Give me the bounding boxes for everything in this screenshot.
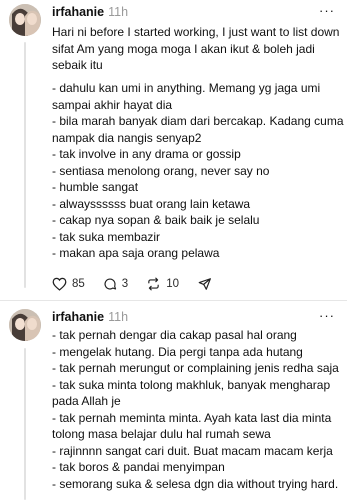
post-text: Hari ni before I started working, I just…: [52, 24, 344, 262]
share-button[interactable]: [197, 277, 217, 291]
post-text-line: - bila marah banyak diam dari bercakap. …: [52, 114, 344, 128]
like-button[interactable]: 85: [52, 277, 85, 291]
thread-post-2: irfahanie 11h ··· - tak pernah dengar dia…: [0, 306, 347, 500]
post-text-line: - mengelak hutang. Dia pergi tanpa ada h…: [52, 344, 303, 359]
like-count: 85: [72, 278, 85, 290]
post-text-line: - makan apa saja orang pelawa: [52, 246, 220, 260]
thread-post-1: irfahanie 11h ··· Hari ni before I starte…: [0, 0, 347, 300]
comment-icon: [104, 278, 116, 290]
username[interactable]: irfahanie: [52, 5, 104, 19]
post-text-line: - tak pernah dengar dia cakap pasal hal …: [52, 328, 297, 342]
timestamp: 11h: [108, 310, 129, 324]
repost-icon: [148, 277, 159, 291]
post-text-line: - tak suka membazir: [52, 229, 161, 244]
timestamp: 11h: [108, 5, 129, 19]
post-text-line: - tak pernah meminta minta. Ayah kata la…: [52, 410, 332, 425]
post-text-line: - humble sangat: [52, 180, 139, 194]
post-text-line: - cakap nya sopan & baik baik je selalu: [52, 213, 260, 227]
thread-line: [24, 348, 26, 500]
post-text-line: - alwayssssss buat orang lain ketawa: [52, 196, 251, 211]
repost-count: 10: [166, 278, 179, 290]
post-text-line: - rajinnnn sangat cari duit. Buat macam …: [52, 443, 333, 458]
post-text-line: tolong masa belajar dulu hal rumah sewa: [52, 427, 271, 441]
reply-button[interactable]: 3: [103, 277, 128, 291]
post-text-line: - dahulu kan umi in anything. Memang yg …: [52, 81, 321, 95]
post-text: - tak pernah dengar dia cakap pasal hal …: [52, 327, 339, 492]
post-text-line: - tak pernah merungut or complaining jen…: [52, 361, 339, 375]
post-text-line: - tak involve in any drama or gossip: [52, 147, 241, 161]
post-text-line: sampai akhir hayat dia: [52, 97, 173, 112]
thread-line: [24, 42, 26, 288]
post-text-line: sebaik itu: [52, 58, 103, 72]
reply-count: 3: [121, 278, 129, 290]
post-header: irfahanie 11h: [52, 309, 128, 325]
repost-button[interactable]: 10: [146, 277, 179, 291]
avatar[interactable]: [9, 4, 41, 36]
more-icon[interactable]: ···: [319, 308, 335, 323]
post-text-line: - tak boros & pandai menyimpan: [52, 460, 225, 474]
post-text-line: - tak suka minta tolong makhluk, banyak …: [52, 377, 331, 392]
post-text-line: - sentiasa menolong orang, never say no: [52, 163, 270, 178]
avatar[interactable]: [9, 309, 41, 341]
post-text-line: - semorang suka & selesa dgn dia without…: [52, 476, 339, 491]
more-icon[interactable]: ···: [319, 3, 335, 18]
post-text-line: Hari ni before I started working, I just…: [52, 25, 340, 39]
heart-icon: [52, 277, 67, 291]
post-text-line: nampak dia nangis senyap2: [52, 130, 202, 145]
post-header: irfahanie 11h: [52, 4, 128, 20]
username[interactable]: irfahanie: [52, 310, 104, 324]
post-divider: [0, 300, 347, 301]
post-actions: 85 3 10: [52, 275, 235, 293]
post-text-line: sifat Am yang moga moga I akan ikut & bo…: [52, 41, 315, 56]
send-icon: [198, 278, 211, 290]
post-text-line: pada Allah je: [52, 394, 121, 408]
